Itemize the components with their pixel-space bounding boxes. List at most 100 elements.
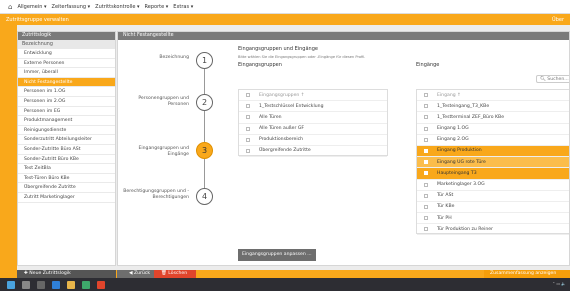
step-3[interactable]: 3 bbox=[196, 142, 213, 159]
select-all-checkbox[interactable] bbox=[246, 93, 250, 98]
item-checkbox[interactable] bbox=[424, 216, 428, 221]
sidebar-item[interactable]: Test-Türen Büro KBe bbox=[18, 174, 115, 184]
sidebar-column-header[interactable]: Bezeichnung bbox=[18, 40, 115, 49]
item-checkbox[interactable] bbox=[424, 193, 428, 198]
list-item[interactable]: Alle Türen bbox=[239, 112, 387, 124]
chrome-icon[interactable] bbox=[97, 280, 105, 289]
list-header[interactable]: Eingang ↑ bbox=[417, 90, 569, 102]
sidebar-item[interactable]: Übergreifende Zutritte bbox=[18, 183, 115, 193]
sidebar-item[interactable]: Sonder-Zutritte Büro ASt bbox=[18, 145, 115, 155]
step-1[interactable]: 1 bbox=[196, 52, 213, 69]
sidebar-item[interactable]: Sonder-Zutritt Büro KBe bbox=[18, 155, 115, 165]
list-item[interactable]: Produktionsbereich bbox=[239, 135, 387, 146]
task-view-icon[interactable] bbox=[37, 280, 45, 289]
step-label-4: Berechtigungsgruppen und -Berechtigungen bbox=[123, 189, 189, 200]
list-header[interactable]: Eingangsgruppen ↑ bbox=[239, 90, 387, 102]
entries-search-input[interactable]: 🔍︎ Suchen... bbox=[536, 75, 569, 83]
list-item[interactable]: Tür Produktion zu Reiner bbox=[417, 224, 569, 236]
sidebar-item[interactable]: Produktmanagement bbox=[18, 116, 115, 126]
top-menubar: ⌂ Allgemein ▾ Zeiterfassung ▾ Zutrittsko… bbox=[0, 0, 570, 14]
list-item[interactable]: 1_Testeingang_T3_KBe bbox=[417, 101, 569, 113]
sidebar-item[interactable]: Zutritt Marketinglager bbox=[18, 193, 115, 203]
search-icon[interactable] bbox=[22, 280, 30, 289]
list-item[interactable]: Marketinglager 3.OG bbox=[417, 180, 569, 191]
about-link[interactable]: Über bbox=[552, 17, 564, 23]
sidebar-item[interactable]: Externe Personen bbox=[18, 59, 115, 69]
show-summary-button[interactable]: Zusammenfassung anzeigen bbox=[484, 270, 570, 278]
step-label-3: Eingangsgruppen und Eingänge bbox=[138, 146, 189, 157]
entries-title: Eingänge bbox=[416, 62, 440, 68]
step-4[interactable]: 4 bbox=[196, 188, 213, 205]
section-description: Bitte wählen Sie die Eingangsgruppen ode… bbox=[238, 55, 366, 59]
sidebar-item[interactable]: Personen im 1.OG bbox=[18, 87, 115, 97]
adjust-groups-button[interactable]: Eingangsgruppen anpassen ... bbox=[238, 249, 316, 261]
sidebar-item[interactable]: Sonderzutritt Abteilungsleiter bbox=[18, 135, 115, 145]
list-item-label: 1_Testeingang_T3_KBe bbox=[437, 103, 490, 109]
menu-zeiterfassung[interactable]: Zeiterfassung ▾ bbox=[52, 4, 91, 10]
list-item[interactable]: Übergreifende Zutritte bbox=[239, 146, 387, 158]
item-checkbox[interactable] bbox=[424, 204, 428, 209]
item-checkbox[interactable] bbox=[246, 137, 250, 142]
section-title: Eingangsgruppen und Eingänge bbox=[238, 46, 318, 52]
list-item[interactable]: 1_Testterminal ZEF_Büro KBe bbox=[417, 112, 569, 124]
item-checkbox[interactable] bbox=[424, 115, 428, 120]
list-item[interactable]: 1_Testschlüssel Entwicklung bbox=[239, 101, 387, 113]
list-item[interactable]: Alle Türen außer GF bbox=[239, 124, 387, 135]
sidebar-item[interactable]: Reinigungsdienste bbox=[18, 126, 115, 136]
new-logic-button[interactable]: ✚ Neue Zutrittslogik bbox=[17, 270, 116, 278]
wizard-line bbox=[204, 60, 205, 200]
list-item-label: Haupteingang T3 bbox=[437, 170, 477, 176]
column-header-label: Eingang ↑ bbox=[437, 92, 461, 98]
list-item-label: Eingang Produktion bbox=[437, 148, 482, 154]
list-item[interactable]: Tür PH bbox=[417, 213, 569, 225]
sidebar-item[interactable]: Test ZeitBla bbox=[18, 164, 115, 174]
item-checkbox[interactable] bbox=[424, 160, 428, 165]
menu-allgemein[interactable]: Allgemein ▾ bbox=[17, 4, 46, 10]
item-checkbox[interactable] bbox=[424, 227, 428, 232]
item-checkbox[interactable] bbox=[246, 126, 250, 131]
windows-start-icon[interactable] bbox=[7, 280, 15, 289]
menu-extras[interactable]: Extras ▾ bbox=[173, 4, 193, 10]
item-checkbox[interactable] bbox=[424, 171, 428, 176]
edge-icon[interactable] bbox=[52, 280, 60, 289]
menu-reporte[interactable]: Reporte ▾ bbox=[145, 4, 169, 10]
item-checkbox[interactable] bbox=[246, 149, 250, 154]
sidebar-list: Entwicklung Externe Personen Immer, überal… bbox=[18, 49, 115, 203]
item-checkbox[interactable] bbox=[424, 182, 428, 187]
list-item-label: Eingang UG rote Türe bbox=[437, 159, 486, 165]
page-title: Zutrittsgruppe verwalten bbox=[6, 16, 69, 23]
list-item[interactable]: Eingang 1.OG bbox=[417, 124, 569, 135]
item-checkbox[interactable] bbox=[424, 126, 428, 131]
item-checkbox[interactable] bbox=[424, 137, 428, 142]
item-checkbox[interactable] bbox=[424, 149, 428, 154]
item-checkbox[interactable] bbox=[246, 115, 250, 120]
back-button[interactable]: ◀ Zurück bbox=[117, 270, 154, 278]
home-icon[interactable]: ⌂ bbox=[8, 3, 12, 11]
page-title-bar: Zutrittsgruppe verwalten Über bbox=[0, 14, 570, 25]
list-item[interactable]: Eingang Produktion bbox=[417, 145, 569, 158]
select-all-checkbox[interactable] bbox=[424, 93, 428, 98]
app-icon[interactable] bbox=[82, 280, 90, 289]
menu-zutrittskontrolle[interactable]: Zutrittskontrolle ▾ bbox=[95, 4, 139, 10]
item-checkbox[interactable] bbox=[246, 104, 250, 109]
left-accent-strip bbox=[0, 25, 17, 277]
step-2[interactable]: 2 bbox=[196, 94, 213, 111]
list-item[interactable]: Haupteingang T3 bbox=[417, 168, 569, 180]
list-item[interactable]: Tür ASt bbox=[417, 191, 569, 202]
sidebar: Zutrittslogik Bezeichnung Entwicklung Ext… bbox=[17, 31, 116, 266]
groups-title: Eingangsgruppen bbox=[238, 62, 282, 68]
sidebar-item[interactable]: Personen im 2.OG bbox=[18, 97, 115, 107]
sidebar-header: Zutrittslogik bbox=[18, 32, 115, 40]
column-header-label: Eingangsgruppen ↑ bbox=[259, 92, 305, 98]
sidebar-item[interactable]: Personen im EG bbox=[18, 107, 115, 117]
delete-button[interactable]: 🗑 Löschen bbox=[154, 270, 196, 278]
list-item[interactable]: Tür KBe bbox=[417, 202, 569, 214]
list-item[interactable]: Eingang UG rote Türe bbox=[417, 157, 569, 169]
sidebar-item[interactable]: Entwicklung bbox=[18, 49, 115, 59]
sidebar-item[interactable]: Nicht Festangestellte bbox=[18, 77, 115, 88]
sidebar-item[interactable]: Immer, überall bbox=[18, 68, 115, 78]
item-checkbox[interactable] bbox=[424, 104, 428, 109]
folder-icon[interactable] bbox=[67, 280, 75, 289]
list-item[interactable]: Eingang 2.OG bbox=[417, 135, 569, 146]
groups-list: Eingangsgruppen ↑ 1_Testschlüssel Entwick… bbox=[238, 89, 388, 158]
